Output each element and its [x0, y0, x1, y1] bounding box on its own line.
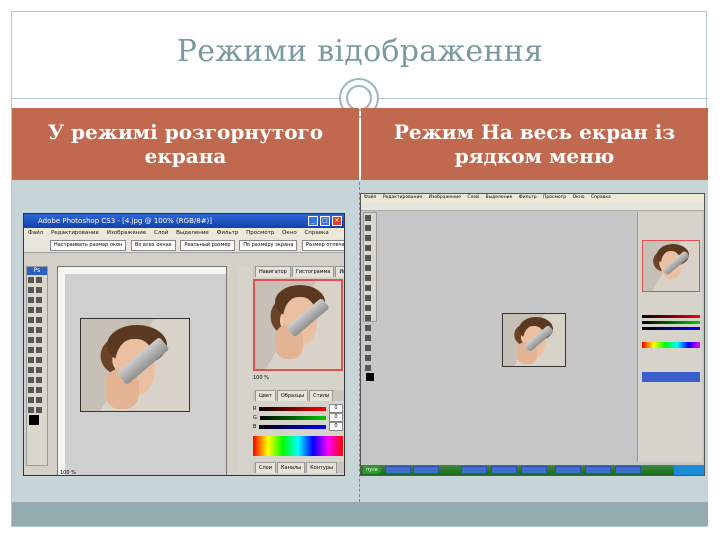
menu-item[interactable]: Редактирование	[51, 230, 99, 236]
menu-item[interactable]: Просмотр	[543, 195, 566, 200]
layer-row[interactable]	[642, 372, 700, 382]
tab-styles[interactable]: Стили	[309, 390, 334, 401]
print-size-button[interactable]: Размер отпечатка	[302, 240, 344, 251]
ruler-vertical	[58, 267, 65, 475]
right-column-header: Режим На весь екран із рядком меню	[361, 108, 708, 180]
options-bar	[361, 202, 704, 211]
color-value-b[interactable]: 0	[329, 422, 343, 431]
fit-screen-button[interactable]: По размеру экрана	[239, 240, 298, 251]
navigator-tabs: НавигаторГистограммаИнфо	[253, 266, 344, 277]
menu-item[interactable]: Фильтр	[217, 230, 239, 236]
color-tabs: Цвет Образцы Стили	[253, 390, 344, 401]
color-value-g[interactable]: 0	[329, 413, 343, 422]
tab-swatches[interactable]: Образцы	[276, 390, 309, 401]
menu-item[interactable]: Слой	[467, 195, 479, 200]
color-spectrum[interactable]	[642, 342, 700, 348]
color-sliders: R0 G0 B0	[253, 404, 343, 431]
taskbar-button[interactable]	[521, 466, 547, 474]
taskbar-button[interactable]	[491, 466, 517, 474]
zoom-status: 100 %	[60, 470, 76, 476]
menu-bar: Файл Редактирование Изображение Слой Выд…	[361, 194, 704, 202]
minimize-icon[interactable]: _	[308, 216, 318, 226]
document-photo	[502, 313, 566, 367]
right-panels: НавигаторГистограммаИнфо 100 % ЦветОбраз…	[237, 266, 344, 475]
menu-item[interactable]: Редактирование	[383, 195, 422, 200]
right-panels	[637, 212, 702, 462]
color-row-g: G0	[253, 413, 343, 422]
actual-pixels-button[interactable]: Реальный размер	[180, 240, 235, 251]
document-photo	[80, 318, 190, 412]
tab-info[interactable]: Инфо	[335, 266, 344, 277]
tools-panel	[363, 212, 377, 381]
navigator-zoom-slider[interactable]: 100 %	[253, 374, 343, 382]
windows-taskbar: пуск	[361, 465, 704, 475]
taskbar-button[interactable]	[555, 466, 581, 474]
taskbar-button[interactable]	[413, 466, 439, 474]
tab-histogram[interactable]: Гистограмма	[291, 266, 335, 277]
ps-logo: Ps	[27, 267, 47, 275]
menu-item[interactable]: Файл	[28, 230, 43, 236]
foreground-color-swatch[interactable]	[29, 415, 39, 425]
foreground-color-swatch[interactable]	[366, 373, 374, 381]
tab-color[interactable]: Цвет	[255, 390, 276, 401]
taskbar-button[interactable]	[615, 466, 641, 474]
menu-item[interactable]: Файл	[364, 195, 376, 200]
taskbar-button[interactable]	[461, 466, 487, 474]
taskbar-button[interactable]	[585, 466, 611, 474]
navigator-preview	[642, 240, 700, 292]
menu-item[interactable]: Фильтр	[519, 195, 537, 200]
color-sliders	[642, 312, 700, 336]
color-spectrum[interactable]	[253, 436, 343, 456]
menu-item[interactable]: Справка	[304, 230, 328, 236]
tab-layers[interactable]: Слои	[255, 462, 276, 473]
taskbar-button[interactable]	[385, 466, 411, 474]
color-value-r[interactable]: 0	[329, 404, 343, 413]
menu-item[interactable]: Окно	[282, 230, 297, 236]
color-row-b: B0	[253, 422, 343, 431]
tools-panel: Ps	[26, 266, 48, 466]
slide-footer-bar	[12, 502, 708, 526]
menu-item[interactable]: Изображение	[429, 195, 461, 200]
slide-title: Режими відображення	[176, 34, 544, 69]
options-bar: Настраивать размер окон Во всех окнах Ре…	[24, 238, 344, 253]
navigator-preview	[253, 279, 343, 371]
color-row-r: R0	[253, 404, 343, 413]
tab-navigator[interactable]: Навигатор	[255, 266, 291, 277]
layers-tabs: Слои Каналы Контуры	[253, 462, 344, 473]
menu-item[interactable]: Выделение	[176, 230, 209, 236]
document-window: 100 %	[57, 266, 227, 476]
ruler-horizontal	[58, 267, 226, 274]
menu-item[interactable]: Выделение	[486, 195, 513, 200]
menu-item[interactable]: Справка	[591, 195, 611, 200]
menu-item[interactable]: Просмотр	[246, 230, 274, 236]
option-all-windows[interactable]: Во всех окнах	[130, 240, 176, 251]
menu-item[interactable]: Слой	[154, 230, 168, 236]
tab-paths[interactable]: Контуры	[306, 462, 337, 473]
navigator-zoom-value: 100 %	[253, 375, 269, 381]
menu-item[interactable]: Окно	[573, 195, 585, 200]
menu-bar: Файл Редактирование Изображение Слой Выд…	[24, 228, 344, 238]
option-resize-windows[interactable]: Настраивать размер окон	[50, 240, 127, 251]
menu-item[interactable]: Изображение	[107, 230, 147, 236]
tab-channels[interactable]: Каналы	[277, 462, 306, 473]
fullscreen-menu-mode-screenshot: Файл Редактирование Изображение Слой Выд…	[360, 193, 705, 476]
start-button[interactable]: пуск	[363, 466, 381, 474]
maximized-mode-screenshot: Adobe Photoshop CS3 - [4.jpg @ 100% (RGB…	[23, 213, 345, 476]
close-icon[interactable]: ×	[332, 216, 342, 226]
left-column-header: У режимі розгорнутого екрана	[12, 108, 359, 180]
window-title: Adobe Photoshop CS3 - [4.jpg @ 100% (RGB…	[38, 217, 213, 225]
system-tray	[674, 465, 704, 475]
window-titlebar: Adobe Photoshop CS3 - [4.jpg @ 100% (RGB…	[24, 214, 344, 228]
maximize-icon[interactable]: □	[320, 216, 330, 226]
